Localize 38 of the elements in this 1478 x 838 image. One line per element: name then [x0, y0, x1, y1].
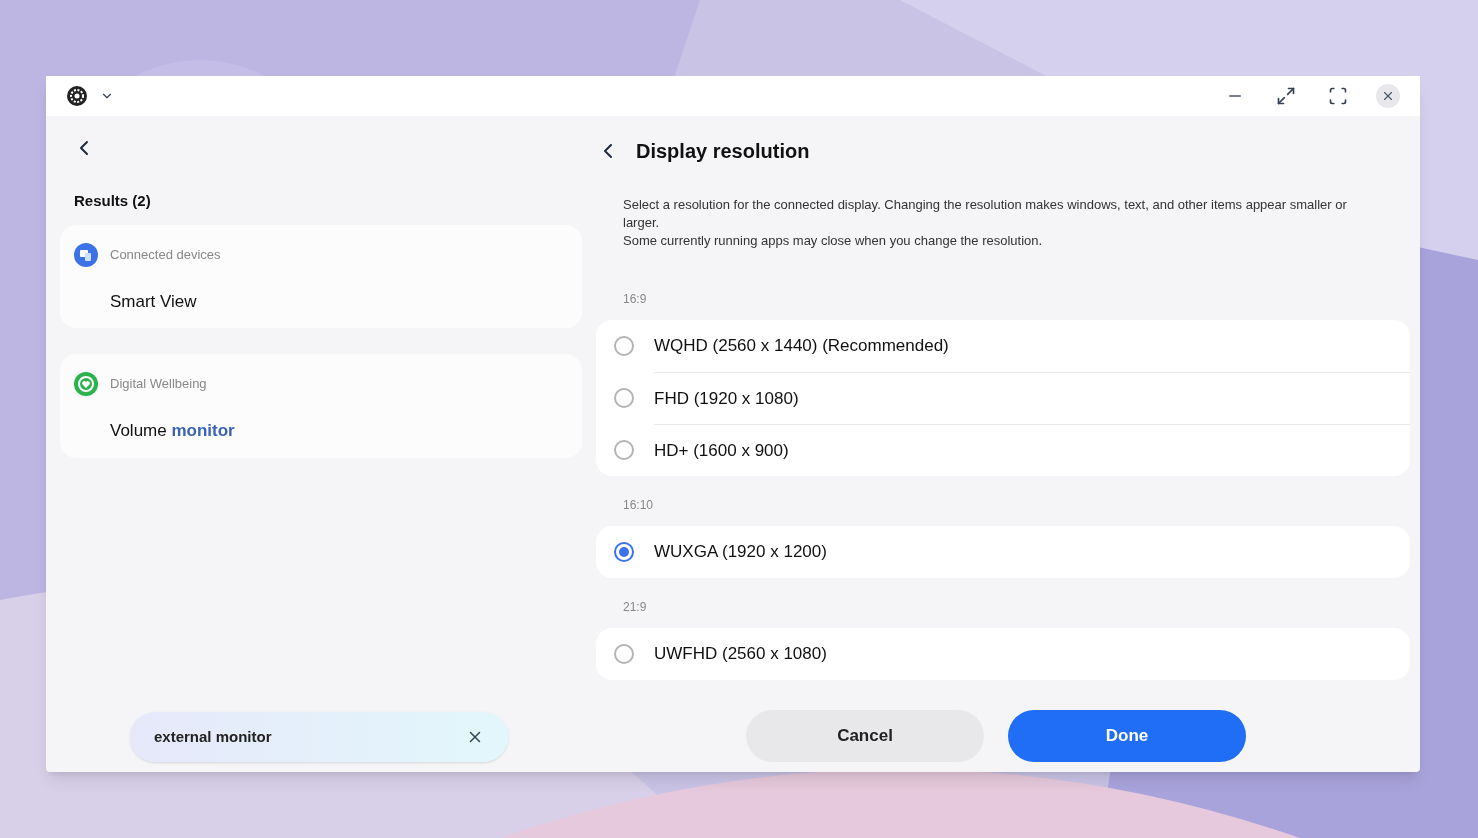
resolution-option[interactable]: FHD (1920 x 1080)	[596, 372, 1410, 424]
result-title: Volume monitor	[110, 420, 236, 442]
resolution-option[interactable]: HD+ (1600 x 900)	[596, 424, 1410, 476]
group-label: 21:9	[623, 599, 648, 616]
close-button[interactable]	[1376, 84, 1400, 108]
result-category: Digital Wellbeing	[110, 375, 207, 394]
result-card[interactable]: Digital Wellbeing Volume monitor	[60, 354, 582, 458]
radio-button[interactable]	[614, 336, 634, 356]
resize-icon[interactable]	[1276, 86, 1296, 106]
option-label: WQHD (2560 x 1440) (Recommended)	[654, 335, 949, 358]
option-label: HD+ (1600 x 900)	[654, 439, 789, 462]
radio-button[interactable]	[614, 440, 634, 460]
result-card[interactable]: Connected devices Smart View	[60, 224, 582, 328]
option-label: FHD (1920 x 1080)	[654, 387, 799, 410]
result-title: Smart View	[110, 290, 198, 313]
search-input[interactable]: external monitor	[154, 725, 466, 749]
option-label: WUXGA (1920 x 1200)	[654, 541, 827, 564]
resolution-option[interactable]: WUXGA (1920 x 1200)	[596, 526, 1410, 578]
done-button[interactable]: Done	[1008, 710, 1246, 762]
close-icon	[1381, 89, 1395, 103]
radio-button[interactable]	[614, 542, 634, 562]
radio-button[interactable]	[614, 388, 634, 408]
results-heading: Results (2)	[74, 191, 152, 211]
search-field[interactable]: external monitor	[130, 712, 508, 762]
resolution-option[interactable]: WQHD (2560 x 1440) (Recommended)	[596, 320, 1410, 372]
description-text: Some currently running apps may close when you change the resolution.	[623, 232, 1044, 250]
resolution-option[interactable]: UWFHD (2560 x 1080)	[596, 628, 1410, 680]
fullscreen-icon[interactable]	[1328, 86, 1348, 106]
cancel-button[interactable]: Cancel	[746, 710, 984, 762]
option-label: UWFHD (2560 x 1080)	[654, 643, 827, 666]
result-category: Connected devices	[110, 245, 221, 264]
devices-icon	[74, 242, 98, 267]
gear-icon[interactable]	[66, 85, 88, 107]
page-title: Display resolution	[636, 139, 810, 164]
group-label: 16:10	[623, 497, 655, 514]
radio-button[interactable]	[614, 644, 634, 664]
group-label: 16:9	[623, 291, 648, 308]
description-text: Select a resolution for the connected display. Changing the resolution makes windows, text, and other items appear smaller or larger.	[623, 196, 1348, 232]
